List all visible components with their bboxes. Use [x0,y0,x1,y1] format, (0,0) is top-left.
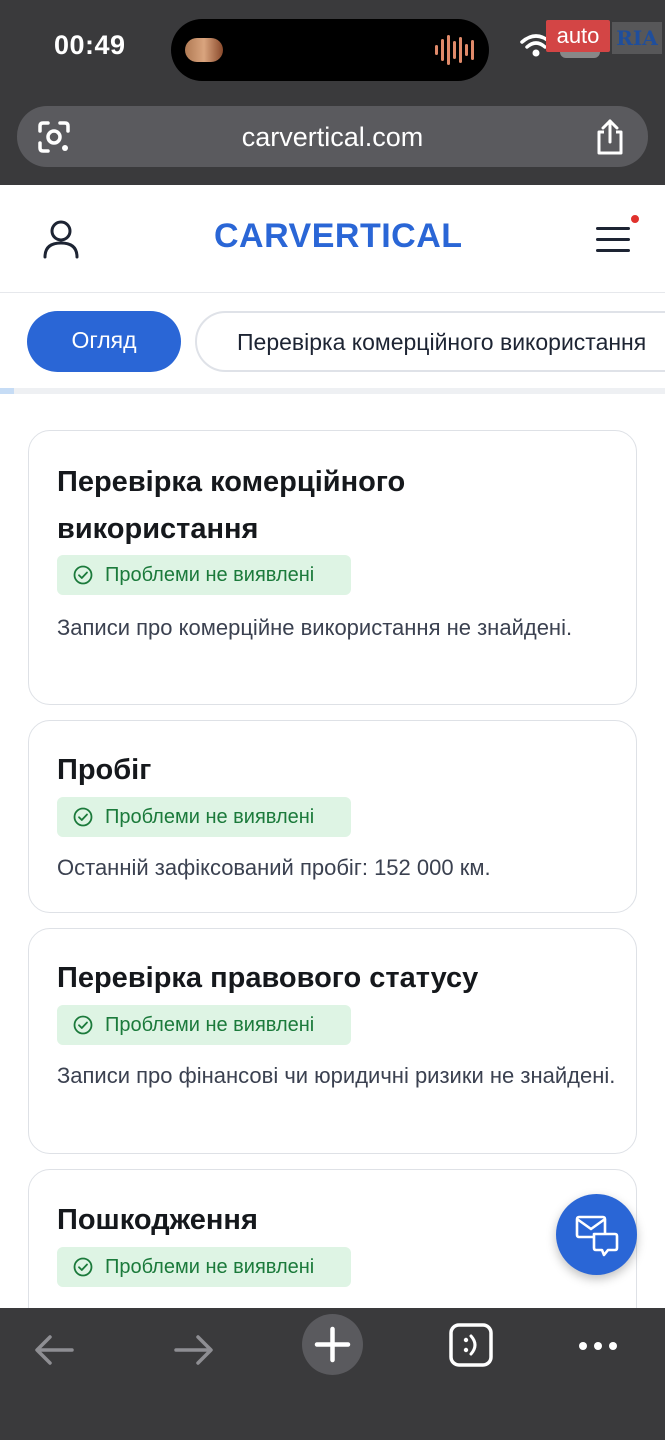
status-badge-label: Проблеми не виявлені [105,806,315,828]
status-badge: Проблеми не виявлені [57,1005,351,1045]
status-badge: Проблеми не виявлені [57,1247,351,1287]
check-circle-icon [73,807,93,827]
audio-wave-icon [435,33,475,67]
card-title: Пошкодження [57,1204,258,1236]
tab-switcher-icon[interactable] [441,1315,501,1375]
card-title: Пробіг [57,754,152,786]
browser-bottom-toolbar [0,1308,665,1440]
card-title: Перевірка правового статусу [57,962,479,994]
card-commercial-use: Перевірка комерційного використання Проб… [28,430,637,705]
plus-icon [314,1326,351,1363]
card-damage: Пошкодження Проблеми не виявлені [28,1169,637,1308]
card-description: Останній зафіксований пробіг: 152 000 км… [57,855,491,880]
address-bar[interactable]: carvertical.com [17,106,648,167]
dynamic-island [171,19,489,81]
now-playing-artwork [185,38,223,62]
back-arrow-icon[interactable] [24,1320,84,1380]
share-icon[interactable] [594,118,626,156]
hamburger-menu-icon[interactable] [596,225,632,255]
more-options-icon[interactable] [568,1316,628,1376]
site-header: CARVERTICAL [0,185,665,293]
status-badge: Проблеми не виявлені [57,797,351,837]
autoria-watermark-ria: RIA [612,22,662,54]
check-circle-icon [73,565,93,585]
browser-top-chrome: 00:49 24 auto RIA carvertical.com [0,0,665,185]
check-circle-icon [73,1015,93,1035]
status-badge: Проблеми не виявлені [57,555,351,595]
carvertical-logo[interactable]: CARVERTICAL [214,217,463,256]
card-mileage: Пробіг Проблеми не виявлені Останній заф… [28,720,637,913]
check-circle-icon [73,1257,93,1277]
chat-message-icon [575,1215,619,1257]
report-tabs: Огляд Перевірка комерційного використанн… [0,294,665,390]
card-description: Записи про комерційне використання не зн… [57,615,573,640]
forward-arrow-icon[interactable] [164,1320,224,1380]
autoria-watermark-auto: auto [546,20,610,52]
card-title: Перевірка комерційного використання [57,466,406,545]
user-account-icon[interactable] [42,219,80,259]
new-tab-button[interactable] [302,1314,363,1375]
chat-support-button[interactable] [556,1194,637,1275]
status-badge-label: Проблеми не виявлені [105,1256,315,1278]
tab-overview[interactable]: Огляд [27,311,181,372]
status-time: 00:49 [54,30,126,60]
card-legal-status: Перевірка правового статусу Проблеми не … [28,928,637,1154]
notification-dot [629,213,641,225]
tab-commercial-use[interactable]: Перевірка комерційного використання [195,311,665,372]
status-badge-label: Проблеми не виявлені [105,1014,315,1036]
status-badge-label: Проблеми не виявлені [105,564,315,586]
url-text: carvertical.com [241,122,424,152]
report-content: Перевірка комерційного використання Проб… [0,394,665,1308]
card-description: Записи про фінансові чи юридичні ризики … [57,1063,616,1088]
